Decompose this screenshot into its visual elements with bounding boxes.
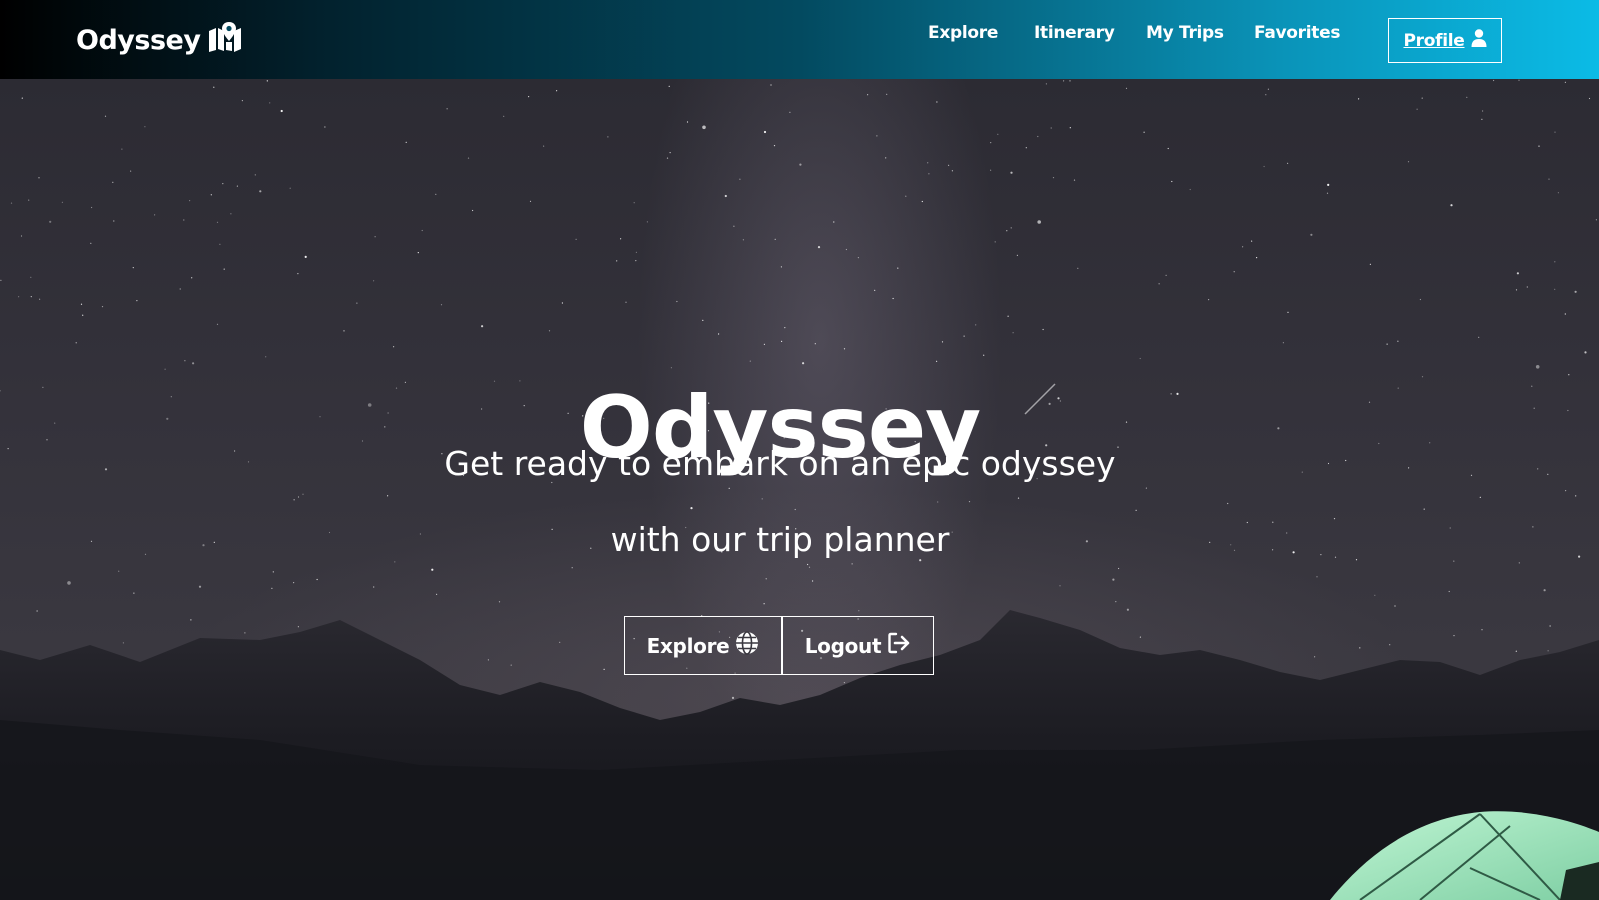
brand-name: Odyssey	[76, 25, 201, 56]
explore-button[interactable]: Explore	[624, 616, 782, 675]
nav-link-itinerary[interactable]: Itinerary	[1034, 23, 1115, 43]
navbar: Odyssey Explore Itinerary My Trips Favor…	[0, 0, 1599, 79]
page: Odyssey Explore Itinerary My Trips Favor…	[0, 0, 1599, 900]
logout-button-label: Logout	[804, 633, 882, 658]
brand-link[interactable]: Odyssey	[76, 22, 242, 59]
user-icon	[1471, 29, 1487, 52]
nav-link-favorites[interactable]: Favorites	[1254, 23, 1340, 43]
hero-subtitle-line2: with our trip planner	[610, 520, 950, 559]
logout-button[interactable]: Logout	[782, 616, 934, 675]
profile-button[interactable]: Profile	[1388, 18, 1502, 63]
map-location-icon	[208, 22, 242, 59]
hero-subtitle-line1: Get ready to embark on an epic odyssey	[444, 444, 1116, 483]
explore-button-label: Explore	[646, 633, 730, 658]
sign-out-icon	[887, 631, 911, 660]
hero-section: Odyssey Get ready to embark on an epic o…	[0, 79, 1599, 900]
globe-icon	[735, 631, 759, 660]
nav-link-my-trips[interactable]: My Trips	[1146, 23, 1224, 43]
nav-link-explore[interactable]: Explore	[928, 23, 998, 43]
profile-label: Profile	[1403, 30, 1465, 51]
